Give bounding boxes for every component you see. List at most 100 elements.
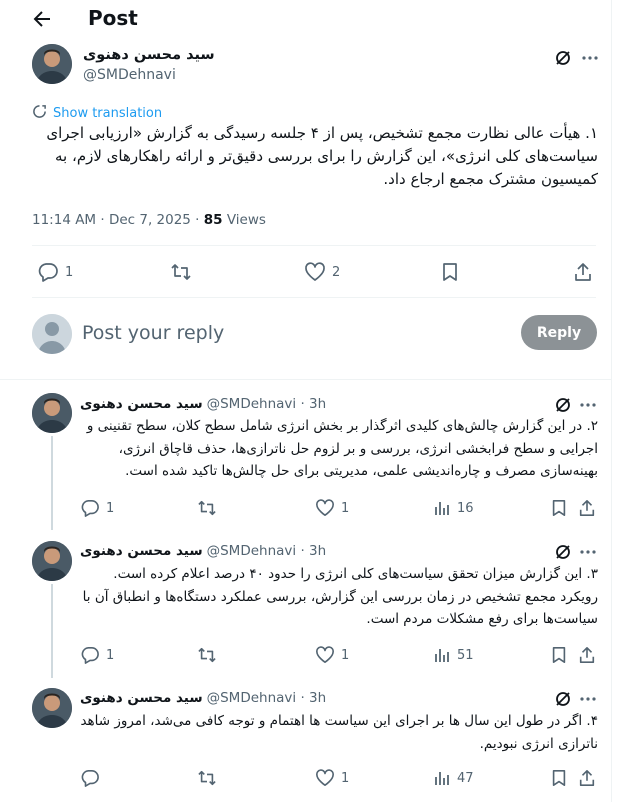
like-action[interactable]: 2 — [304, 262, 340, 282]
repost-action[interactable] — [197, 646, 217, 664]
reply-text: ۲. در این گزارش چالش‌های کلیدی اثرگذار ب… — [86, 418, 598, 479]
author-name[interactable]: سید محسن دهنوی — [80, 690, 203, 706]
heart-icon — [315, 646, 335, 664]
like-count: 1 — [341, 647, 350, 663]
more-options-icon[interactable] — [580, 49, 600, 67]
views-icon — [433, 769, 451, 787]
page-header: Post — [0, 0, 612, 38]
share-icon — [573, 262, 593, 282]
repost-action[interactable] — [197, 499, 217, 517]
views-count: 47 — [457, 770, 474, 786]
grok-icon[interactable] — [554, 396, 572, 414]
more-options-icon[interactable] — [578, 543, 598, 561]
bookmark-action[interactable] — [440, 262, 460, 282]
grok-icon[interactable] — [554, 543, 572, 561]
share-icon — [578, 769, 596, 787]
post-meta: 11:14 AM · Dec 7, 2025 · 85 Views — [32, 212, 266, 228]
repost-icon — [197, 499, 217, 517]
avatar[interactable] — [32, 44, 72, 84]
thread-line — [51, 584, 53, 678]
bookmark-icon — [550, 646, 568, 664]
author-handle[interactable]: @SMDehnavi · 3h — [207, 690, 327, 706]
post-timestamp[interactable]: 11:14 AM · Dec 7, 2025 · — [32, 212, 204, 228]
bookmark-action[interactable] — [550, 769, 568, 787]
like-action[interactable]: 1 — [315, 499, 349, 517]
reply-count: 1 — [65, 264, 74, 280]
reply-input[interactable]: Post your reply — [82, 322, 224, 344]
share-action[interactable] — [578, 646, 596, 664]
bookmark-icon — [550, 769, 568, 787]
views-action[interactable]: 16 — [433, 499, 474, 517]
like-count: 1 — [341, 770, 350, 786]
post-page: Post سید محسن دهنوی @SMDehnavi Show tran… — [0, 0, 612, 802]
repost-icon — [170, 262, 192, 282]
views-icon — [433, 646, 451, 664]
reply-text: ۳. این گزارش میزان تحقق سیاست‌های کلی ان… — [82, 566, 598, 627]
divider — [32, 297, 596, 298]
reply-count: 1 — [106, 647, 115, 663]
views-action[interactable]: 47 — [433, 769, 474, 787]
share-action[interactable] — [578, 499, 596, 517]
heart-icon — [315, 499, 335, 517]
heart-icon — [315, 769, 335, 787]
author-handle[interactable]: @SMDehnavi — [83, 67, 176, 83]
reply-action[interactable]: 1 — [37, 262, 73, 282]
share-icon — [578, 499, 596, 517]
translate-icon — [32, 104, 47, 123]
reply-header: سید محسن دهنوی @SMDehnavi · 3h — [80, 543, 326, 559]
author-handle[interactable]: @SMDehnavi · 3h — [207, 396, 327, 412]
author-handle[interactable]: @SMDehnavi · 3h — [207, 543, 327, 559]
bookmark-action[interactable] — [550, 499, 568, 517]
bookmark-icon — [440, 262, 460, 282]
reply-action[interactable]: 1 — [80, 499, 114, 517]
user-avatar — [32, 314, 72, 354]
author-name[interactable]: سید محسن دهنوی — [83, 47, 215, 63]
main-post-author: سید محسن دهنوی @SMDehnavi — [32, 44, 598, 88]
divider — [32, 245, 596, 246]
share-action[interactable] — [578, 769, 596, 787]
reply-action[interactable] — [80, 769, 106, 787]
back-arrow-icon[interactable] — [30, 7, 54, 31]
avatar[interactable] — [32, 393, 72, 433]
like-action[interactable]: 1 — [315, 769, 349, 787]
views-count: 51 — [457, 647, 474, 663]
repost-icon — [197, 769, 217, 787]
views-icon — [433, 499, 451, 517]
heart-icon — [304, 262, 326, 282]
like-count: 2 — [332, 264, 341, 280]
reply-icon — [80, 499, 100, 517]
avatar[interactable] — [32, 688, 72, 728]
reply-count: 1 — [106, 500, 115, 516]
repost-action[interactable] — [197, 769, 217, 787]
reply-button[interactable]: Reply — [521, 315, 597, 350]
bookmark-action[interactable] — [550, 646, 568, 664]
grok-icon[interactable] — [554, 49, 572, 67]
reply-header: سید محسن دهنوی @SMDehnavi · 3h — [80, 690, 326, 706]
reply-icon — [80, 769, 100, 787]
views-count: 16 — [457, 500, 474, 516]
reply-composer: Post your reply Reply — [32, 312, 597, 356]
reply-header: سید محسن دهنوی @SMDehnavi · 3h — [80, 396, 326, 412]
main-post-text: ۱. هیأت عالی نظارت مجمع تشخیص، پس از ۴ ج… — [46, 124, 598, 188]
views-label: Views — [222, 212, 266, 228]
divider — [0, 379, 612, 380]
author-name[interactable]: سید محسن دهنوی — [80, 543, 203, 559]
grok-icon[interactable] — [554, 690, 572, 708]
views-count: 85 — [203, 212, 223, 228]
reply-action[interactable]: 1 — [80, 646, 114, 664]
reply-icon — [37, 262, 59, 282]
like-action[interactable]: 1 — [315, 646, 349, 664]
repost-action[interactable] — [170, 262, 192, 282]
author-name[interactable]: سید محسن دهنوی — [80, 396, 203, 412]
thread-line — [51, 436, 53, 530]
show-translation-label: Show translation — [53, 106, 163, 121]
avatar[interactable] — [32, 541, 72, 581]
views-action[interactable]: 51 — [433, 646, 474, 664]
bookmark-icon — [550, 499, 568, 517]
page-title: Post — [88, 6, 138, 30]
more-options-icon[interactable] — [578, 396, 598, 414]
more-options-icon[interactable] — [578, 690, 598, 708]
share-action[interactable] — [573, 262, 593, 282]
reply-text: ۴. اگر در طول این سال ها بر اجرای این سی… — [80, 713, 598, 752]
show-translation-link[interactable]: Show translation — [32, 104, 162, 123]
